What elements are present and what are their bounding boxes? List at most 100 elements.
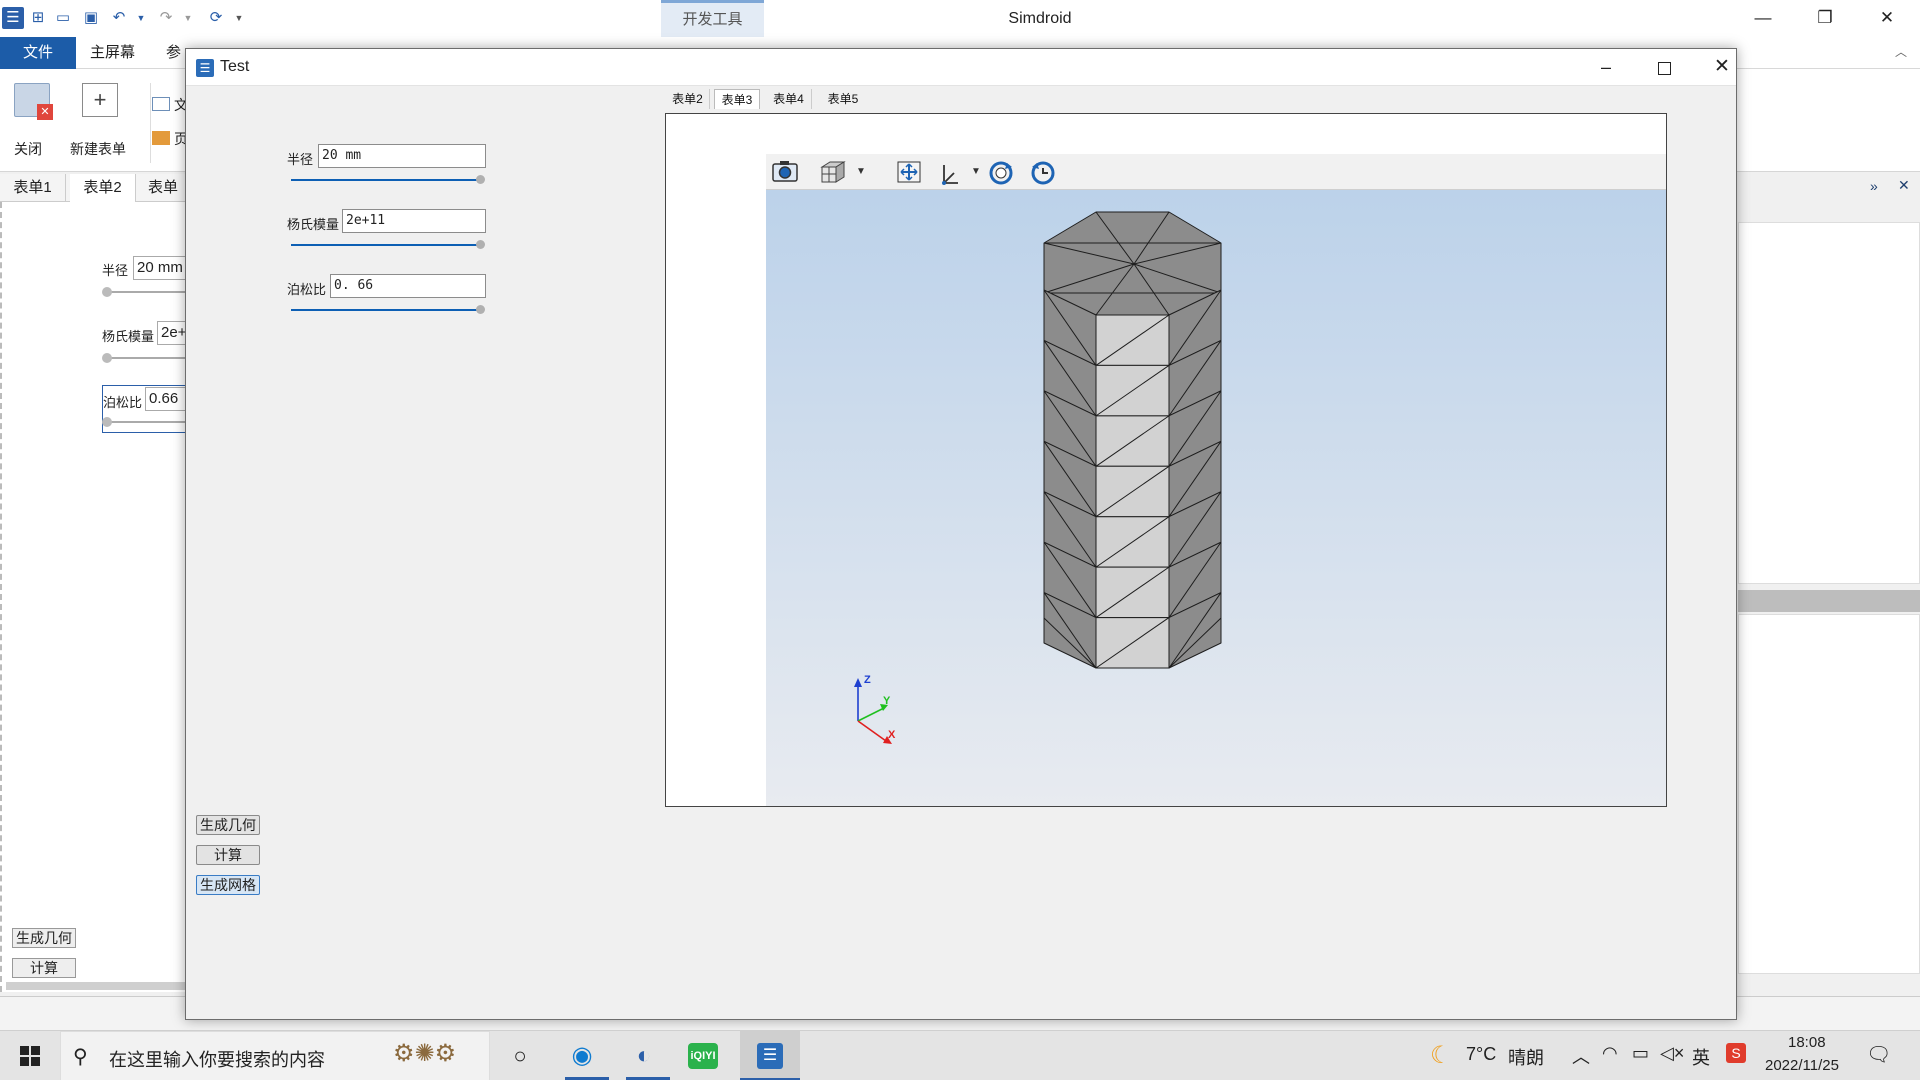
open-icon[interactable]: ▭ bbox=[52, 7, 74, 29]
dialog-minimize-button[interactable]: – bbox=[1592, 53, 1620, 81]
task-view-icon[interactable]: ○ bbox=[502, 1039, 538, 1073]
poisson-input[interactable]: 0. 66 bbox=[330, 274, 486, 298]
viewport-3d[interactable]: ▼ ▼ Z Y X bbox=[665, 113, 1667, 807]
young-modulus-input[interactable]: 2e+11 bbox=[342, 209, 486, 233]
render-area[interactable]: Z Y X bbox=[766, 190, 1666, 806]
close-button[interactable]: ✕ bbox=[1857, 3, 1917, 33]
radius-slider[interactable] bbox=[291, 179, 481, 181]
page-icon bbox=[152, 131, 170, 145]
new-icon[interactable]: ⊞ bbox=[27, 7, 49, 29]
tab-form1[interactable]: 表单1 bbox=[0, 174, 66, 202]
horizontal-scrollbar[interactable] bbox=[6, 982, 186, 990]
poisson-slider[interactable] bbox=[291, 309, 481, 311]
app-radius-knob[interactable] bbox=[102, 287, 112, 297]
app-young-slider[interactable] bbox=[106, 357, 187, 359]
taskbar: ⚲ 在这里输入你要搜索的内容 ⚙✺⚙ ○ ◉ ◐ iQIYI ☰ ☾ 7°C 晴… bbox=[0, 1030, 1920, 1080]
dialog-title-bar: ☰ Test – ✕ bbox=[186, 49, 1736, 86]
new-form-button[interactable]: + 新建表单 bbox=[68, 81, 138, 169]
triad-y-label: Y bbox=[883, 695, 891, 707]
ime-indicator[interactable]: 英 bbox=[1692, 1044, 1710, 1070]
wifi-icon[interactable]: ◠ bbox=[1602, 1043, 1618, 1064]
dialog-maximize-button[interactable] bbox=[1650, 53, 1678, 81]
close-ribbon-button[interactable]: ✕ 关闭 bbox=[8, 81, 56, 169]
tab-form3[interactable]: 表单 bbox=[140, 174, 186, 202]
start-windows-icon[interactable] bbox=[12, 1039, 48, 1073]
dialog-tab-form3[interactable]: 表单3 bbox=[714, 89, 760, 109]
undo-icon[interactable]: ↶ bbox=[108, 7, 130, 29]
menu-ref[interactable]: 参 bbox=[166, 37, 181, 69]
young-modulus-label: 杨氏模量 bbox=[287, 217, 340, 232]
app-young-knob[interactable] bbox=[102, 353, 112, 363]
axis-triad: Z Y X bbox=[854, 674, 896, 744]
volume-muted-icon[interactable]: ◁× bbox=[1660, 1043, 1684, 1064]
app-radius-slider[interactable] bbox=[106, 291, 187, 293]
new-form-label: 新建表单 bbox=[70, 141, 126, 157]
search-illustration-icon: ⚙✺⚙ bbox=[393, 1040, 457, 1067]
search-box[interactable]: ⚲ 在这里输入你要搜索的内容 ⚙✺⚙ bbox=[60, 1031, 490, 1080]
camera-icon[interactable] bbox=[770, 159, 800, 185]
edge-icon[interactable]: ◉ bbox=[564, 1039, 600, 1073]
fit-view-icon[interactable] bbox=[894, 159, 924, 185]
expand-panel-icon[interactable]: » bbox=[1870, 178, 1878, 194]
app-icon[interactable]: ☰ bbox=[2, 7, 24, 29]
tray-chevron-icon[interactable]: ︿ bbox=[1572, 1043, 1590, 1069]
viewport-toolbar: ▼ ▼ bbox=[766, 154, 1666, 190]
dialog-tab-form5[interactable]: 表单5 bbox=[820, 89, 866, 109]
app-gen-geom-button[interactable]: 生成几何 bbox=[12, 928, 76, 948]
restore-button[interactable]: ❐ bbox=[1795, 3, 1855, 33]
young-modulus-slider[interactable] bbox=[291, 244, 481, 246]
app-compute-button[interactable]: 计算 bbox=[12, 958, 76, 978]
refresh-icon[interactable]: ⟳ bbox=[205, 7, 227, 29]
app-poisson-input[interactable]: 0.66 bbox=[145, 387, 187, 411]
save-icon[interactable]: ▣ bbox=[80, 7, 102, 29]
folder-close-icon: ✕ bbox=[14, 83, 53, 120]
battery-icon[interactable]: ▭ bbox=[1632, 1043, 1649, 1064]
undo-dropdown-icon[interactable]: ▼ bbox=[130, 7, 152, 29]
notification-icon[interactable]: 🗨 bbox=[1866, 1042, 1891, 1067]
collapse-ribbon-icon[interactable]: ︿ bbox=[1895, 43, 1907, 60]
dialog-tab-form4[interactable]: 表单4 bbox=[766, 89, 812, 109]
rotate-ccw-icon[interactable] bbox=[1028, 159, 1058, 185]
compute-button[interactable]: 计算 bbox=[196, 845, 260, 865]
doc-icon bbox=[152, 97, 170, 111]
dialog-tab-form2[interactable]: 表单2 bbox=[666, 89, 710, 109]
app-young-input[interactable]: 2e+ bbox=[157, 321, 187, 345]
simdroid-icon: ☰ bbox=[757, 1043, 783, 1069]
minimize-button[interactable]: — bbox=[1733, 3, 1793, 33]
app-poisson-label: 泊松比 bbox=[103, 395, 143, 410]
rotate-cw-icon[interactable] bbox=[986, 159, 1016, 185]
app-poisson-knob[interactable] bbox=[102, 417, 112, 427]
ribbon-divider bbox=[150, 83, 151, 163]
tab-form2[interactable]: 表单2 bbox=[70, 174, 136, 202]
view-cube-dropdown-icon[interactable]: ▼ bbox=[846, 159, 876, 185]
weather-desc[interactable]: 晴朗 bbox=[1508, 1044, 1544, 1070]
app-radius-label: 半径 bbox=[102, 263, 129, 278]
sogou-icon[interactable]: S bbox=[1726, 1043, 1746, 1063]
context-tab-devtools[interactable]: 开发工具 bbox=[661, 0, 764, 37]
panel-header-bar bbox=[1738, 590, 1920, 612]
app-poisson-slider[interactable] bbox=[106, 421, 187, 423]
clock-date[interactable]: 2022/11/25 bbox=[1765, 1057, 1839, 1074]
customize-dropdown-icon[interactable]: ▼ bbox=[228, 7, 250, 29]
menu-file[interactable]: 文件 bbox=[0, 37, 76, 69]
close-panel-icon[interactable]: ✕ bbox=[1898, 177, 1910, 194]
app-swirl-icon[interactable]: ◐ bbox=[626, 1039, 662, 1073]
redo-icon[interactable]: ↷ bbox=[155, 7, 177, 29]
radius-input[interactable]: 20 mm bbox=[318, 144, 486, 168]
search-icon: ⚲ bbox=[73, 1046, 88, 1068]
menu-home[interactable]: 主屏幕 bbox=[90, 37, 135, 69]
app-radius-input[interactable]: 20 mm bbox=[133, 256, 187, 280]
weather-moon-icon[interactable]: ☾ bbox=[1430, 1041, 1452, 1070]
redo-dropdown-icon[interactable]: ▼ bbox=[177, 7, 199, 29]
gen-geom-button[interactable]: 生成几何 bbox=[196, 815, 260, 835]
dialog-close-button[interactable]: ✕ bbox=[1708, 53, 1736, 81]
clock-time[interactable]: 18:08 bbox=[1788, 1034, 1826, 1051]
view-cube-icon[interactable] bbox=[818, 159, 848, 185]
young-modulus-slider-knob[interactable] bbox=[476, 240, 485, 249]
iqiyi-icon[interactable]: iQIYI bbox=[688, 1043, 718, 1069]
gen-mesh-button[interactable]: 生成网格 bbox=[196, 875, 260, 895]
radius-slider-knob[interactable] bbox=[476, 175, 485, 184]
simdroid-taskbar-button[interactable]: ☰ bbox=[740, 1031, 800, 1080]
weather-temp[interactable]: 7°C bbox=[1466, 1044, 1496, 1065]
poisson-slider-knob[interactable] bbox=[476, 305, 485, 314]
